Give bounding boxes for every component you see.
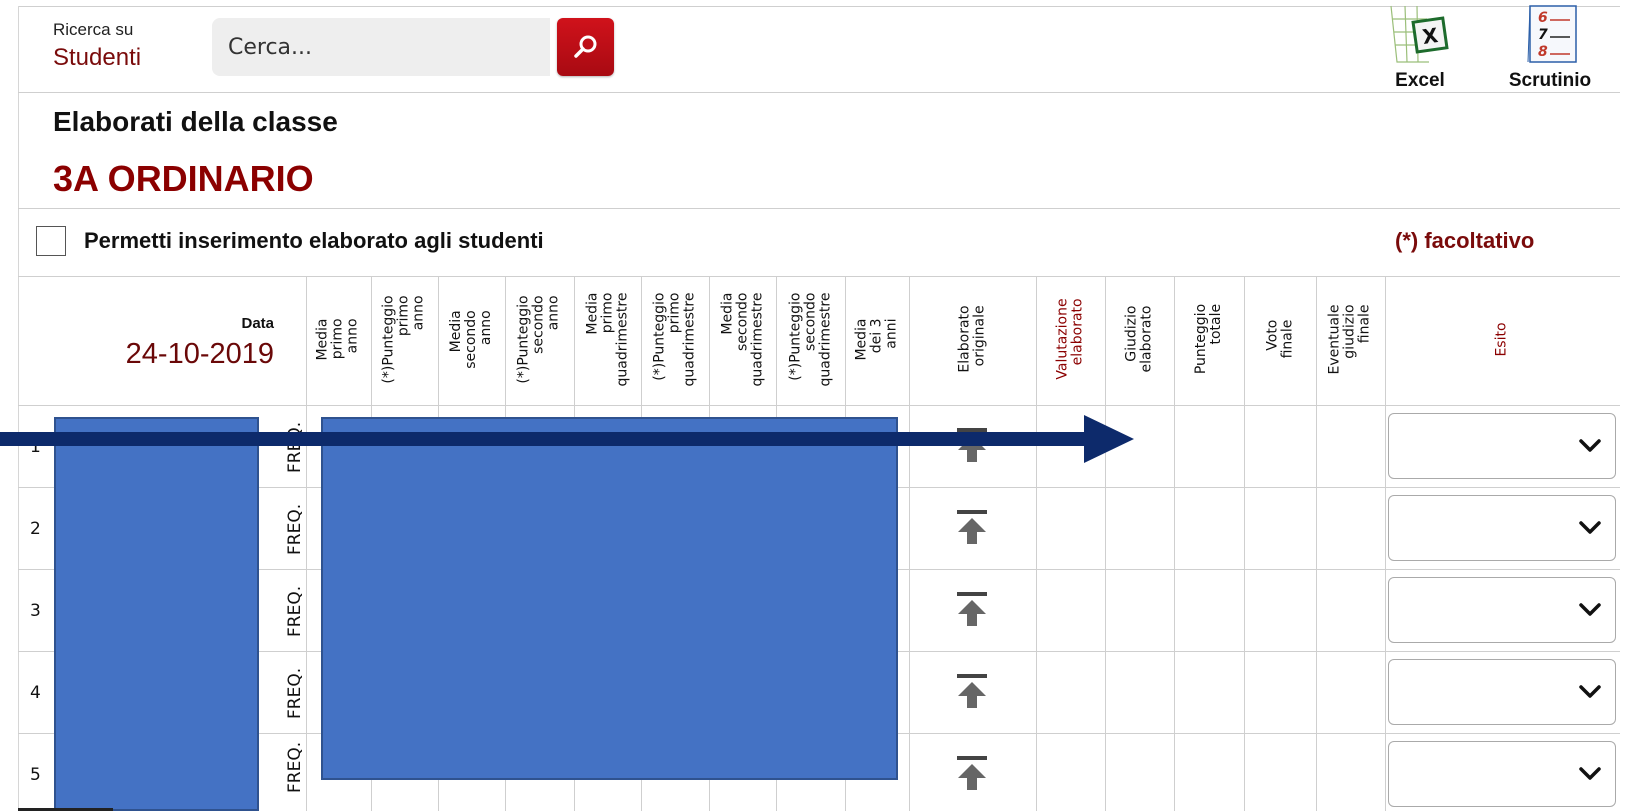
row-number: 4 [30, 683, 41, 703]
col-header-esito: Esito [1494, 321, 1510, 357]
upload-icon[interactable] [955, 508, 989, 546]
grid-line [1105, 277, 1106, 811]
grid-line [1036, 277, 1037, 811]
upload-icon[interactable] [955, 672, 989, 710]
esito-select[interactable] [1388, 659, 1616, 725]
search-button[interactable] [557, 18, 614, 76]
row-number: 5 [30, 765, 41, 785]
row-number: 3 [30, 601, 41, 621]
col-header-media-secondo-anno: Media secondo anno [448, 309, 494, 369]
upload-icon[interactable] [955, 590, 989, 628]
optional-note: (*) facoltativo [1395, 228, 1535, 253]
col-header-media-secondo-quadrimestre: Media secondo quadrimestre [719, 292, 765, 386]
attendance-status: FREQ. [285, 667, 305, 719]
col-header-elaborato-originale: Elaborato originale [956, 305, 988, 373]
chevron-down-icon [1579, 439, 1601, 452]
chevron-down-icon [1579, 767, 1601, 780]
redaction-mask-names [54, 417, 259, 811]
table-header: Data 24-10-2019 Media primo anno (*)Punt… [0, 277, 1638, 401]
col-header-voto-finale: Voto finale [1264, 319, 1295, 359]
permit-upload-checkbox[interactable] [36, 226, 66, 256]
grid-line [909, 277, 910, 811]
date-label: Data [241, 315, 274, 332]
date-value[interactable]: 24-10-2019 [100, 338, 274, 371]
esito-select[interactable] [1388, 741, 1616, 807]
scrutinio-icon: 6 7 8 [1527, 5, 1577, 63]
permit-upload-label: Permetti inserimento elaborato agli stud… [84, 228, 544, 253]
left-border [18, 6, 19, 811]
attendance-status: FREQ. [285, 585, 305, 637]
col-header-valutazione-elaborato: Valutazione elaborato [1054, 298, 1086, 380]
col-header-eventuale-giudizio-finale: Eventuale giudizio finale [1327, 303, 1373, 375]
col-header-punteggio-primo-quadrimestre: (*)Punteggio primo quadrimestre [651, 292, 698, 386]
excel-export-button[interactable]: X Excel [1380, 4, 1460, 92]
annotation-arrow-icon [0, 415, 1134, 463]
col-header-punteggio-secondo-anno: (*)Punteggio secondo anno [516, 294, 563, 384]
attendance-status: FREQ. [285, 741, 305, 793]
page-title: Elaborati della classe [53, 106, 338, 137]
search-icon [573, 35, 596, 58]
grid-line [306, 277, 307, 811]
excel-label: Excel [1395, 70, 1445, 91]
col-header-giudizio-elaborato: Giudizio elaborato [1123, 305, 1155, 373]
attendance-status: FREQ. [285, 503, 305, 555]
grid-line [1385, 277, 1386, 811]
col-header-media-primo-anno: Media primo anno [315, 317, 361, 361]
search-scope-value[interactable]: Studenti [53, 44, 141, 72]
col-header-media-3-anni: Media dei 3 anni [853, 317, 900, 361]
scrutinio-label: Scrutinio [1508, 70, 1592, 91]
svg-text:6: 6 [1538, 10, 1548, 26]
scrutinio-button[interactable]: 6 7 8 Scrutinio [1500, 4, 1600, 92]
svg-text:8: 8 [1538, 44, 1548, 60]
col-header-punteggio-totale: Punteggio totale [1193, 303, 1224, 375]
class-name: 3A ORDINARIO [53, 158, 314, 199]
header-bottom-border [18, 405, 1620, 406]
esito-select[interactable] [1388, 413, 1616, 479]
chevron-down-icon [1579, 603, 1601, 616]
excel-icon: X [1390, 5, 1449, 63]
grid-line [1244, 277, 1245, 811]
grid-line [1316, 277, 1317, 811]
header-divider [18, 92, 1620, 93]
esito-select[interactable] [1388, 577, 1616, 643]
title-divider [18, 208, 1620, 209]
redaction-mask-grades [321, 417, 898, 780]
upload-icon[interactable] [955, 754, 989, 792]
row-number: 2 [30, 519, 41, 539]
chevron-down-icon [1579, 685, 1601, 698]
grid-line [1174, 277, 1175, 811]
col-header-punteggio-secondo-quadrimestre: (*)Punteggio secondo quadrimestre [787, 292, 833, 386]
col-header-media-primo-quadrimestre: Media primo quadrimestre [584, 292, 630, 386]
search-scope-label: Ricerca su [53, 20, 134, 39]
svg-text:7: 7 [1538, 27, 1548, 43]
chevron-down-icon [1579, 521, 1601, 534]
esito-select[interactable] [1388, 495, 1616, 561]
col-header-punteggio-primo-anno: (*)Punteggio primo anno [381, 294, 428, 384]
search-input[interactable] [212, 18, 550, 76]
